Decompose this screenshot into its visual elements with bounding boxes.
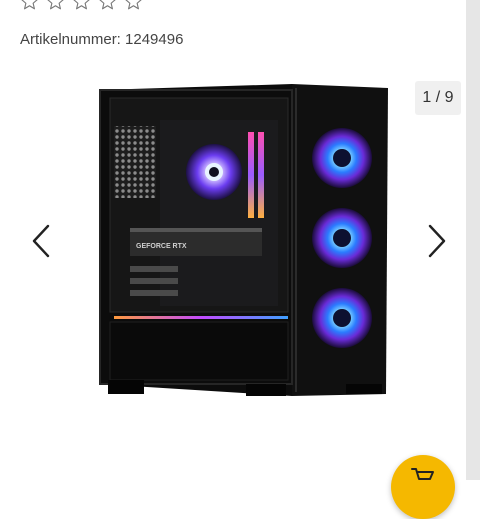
gpu-label: GEFORCE RTX	[136, 243, 187, 250]
star-icon	[125, 0, 142, 10]
chevron-left-icon[interactable]	[28, 222, 54, 260]
star-icon	[21, 0, 38, 10]
chevron-right-icon[interactable]	[424, 222, 450, 260]
product-image[interactable]: GEFORCE RTX	[96, 80, 392, 402]
star-icon	[99, 0, 116, 10]
gallery-counter: 1 / 9	[415, 81, 461, 115]
rating-stars[interactable]	[20, 0, 143, 11]
scrollbar-track	[466, 0, 480, 480]
star-icon	[73, 0, 90, 10]
article-number: Artikelnummer: 1249496	[20, 31, 184, 48]
star-icon	[47, 0, 64, 10]
cart-icon	[411, 468, 434, 480]
cart-fab-button[interactable]	[391, 455, 455, 519]
